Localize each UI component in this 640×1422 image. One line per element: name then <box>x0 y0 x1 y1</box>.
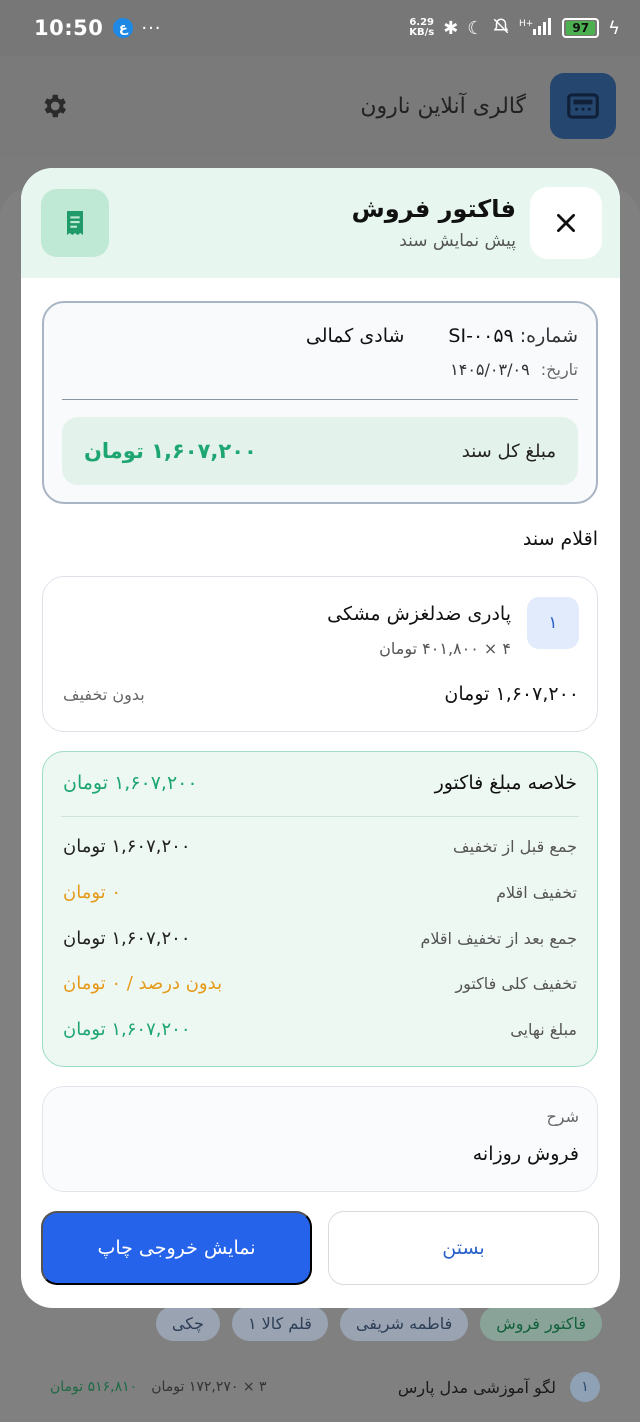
dialog-title: فاکتور فروش <box>351 195 516 223</box>
network-speed: 6.29 KB/s <box>409 17 435 38</box>
notification-app-icon: ع <box>113 18 134 38</box>
summary-title: خلاصه مبلغ فاکتور <box>434 772 577 794</box>
date-label: تاریخ: <box>540 360 578 379</box>
receipt-icon <box>41 189 109 257</box>
summary-row-item-discount: تخفیف اقلام ۰ تومان <box>63 882 577 903</box>
item-total: ۱,۶۰۷,۲۰۰ تومان <box>444 683 579 705</box>
charging-icon: ϟ <box>608 17 620 39</box>
document-total: مبلغ کل سند ۱,۶۰۷,۲۰۰ تومان <box>62 417 578 485</box>
items-section-title: اقلام سند <box>522 528 598 550</box>
summary-row-invoice-discount: تخفیف کلی فاکتور بدون درصد / ۰ تومان <box>63 973 577 994</box>
total-amount: ۱,۶۰۷,۲۰۰ تومان <box>84 439 257 463</box>
summary-title-amount: ۱,۶۰۷,۲۰۰ تومان <box>63 772 198 794</box>
description-value: فروش روزانه <box>472 1143 579 1165</box>
summary-card: خلاصه مبلغ فاکتور ۱,۶۰۷,۲۰۰ تومان جمع قب… <box>42 751 598 1067</box>
description-card: شرح فروش روزانه <box>42 1086 598 1192</box>
invoice-number: SI-۰۰۵۹ <box>448 325 514 347</box>
app-bar: گالری آنلاین نارون <box>0 56 640 156</box>
more-notifications-icon: ··· <box>141 17 162 39</box>
item-name: پادری ضدلغزش مشکی <box>327 603 511 625</box>
date-value: ۱۴۰۵/۰۳/۰۹ <box>450 360 530 379</box>
row-number: ۱ <box>570 1372 600 1402</box>
cash-register-icon <box>550 73 616 139</box>
svg-text:H+: H+ <box>519 19 533 29</box>
invoice-date: تاریخ: ۱۴۰۵/۰۳/۰۹ <box>450 360 578 379</box>
signal-icon: H+ <box>519 17 553 40</box>
summary-row-final: مبلغ نهایی ۱,۶۰۷,۲۰۰ تومان <box>63 1019 577 1040</box>
chip-type: فاکتور فروش <box>480 1306 602 1341</box>
customer-name: شادی کمالی <box>305 325 405 347</box>
total-label: مبلغ کل سند <box>461 440 556 462</box>
row-name: لگو آموزشی مدل پارس <box>397 1377 556 1397</box>
summary-row-subtotal: جمع قبل از تخفیف ۱,۶۰۷,۲۰۰ تومان <box>63 836 577 857</box>
status-bar: 10:50 ع ··· 6.29 KB/s ✱ ☾ H+ 97 ϟ <box>0 0 640 56</box>
chip-items: ۱ قلم کالا <box>231 1306 328 1341</box>
line-item-card: ۱ پادری ضدلغزش مشکی ۴ × ۴۰۱,۸۰۰ تومان ۱,… <box>42 576 598 732</box>
print-preview-button[interactable]: نمایش خروجی چاپ <box>41 1211 312 1285</box>
background-chips: چکی ۱ قلم کالا فاطمه شریفی فاکتور فروش <box>155 1306 602 1341</box>
invoice-info-card: شماره: SI-۰۰۵۹ شادی کمالی تاریخ: ۱۴۰۵/۰۳… <box>42 301 598 504</box>
mute-bell-icon <box>492 17 510 40</box>
divider <box>62 399 578 400</box>
background-list-item: ۱ لگو آموزشی مدل پارس ۳ × ۱۷۲,۲۷۰ تومان … <box>50 1372 600 1402</box>
item-number: ۱ <box>527 597 579 649</box>
item-quantity: ۴ × ۴۰۱,۸۰۰ تومان <box>379 639 511 658</box>
close-icon[interactable] <box>530 187 602 259</box>
item-discount: بدون تخفیف <box>63 685 145 704</box>
description-label: شرح <box>546 1107 579 1126</box>
bluetooth-icon: ✱ <box>443 17 459 39</box>
summary-row-after-discount: جمع بعد از تخفیف اقلام ۱,۶۰۷,۲۰۰ تومان <box>63 928 577 949</box>
dialog-header: فاکتور فروش پیش نمایش سند <box>21 168 620 278</box>
moon-icon: ☾ <box>467 17 484 39</box>
divider <box>61 816 579 817</box>
clock: 10:50 <box>34 16 104 40</box>
app-title: گالری آنلاین نارون <box>360 93 526 119</box>
battery-icon: 97 <box>562 18 600 38</box>
row-qty: ۳ × ۱۷۲,۲۷۰ تومان <box>151 1379 267 1395</box>
row-price: ۵۱۶,۸۱۰ تومان <box>50 1379 138 1395</box>
dialog-subtitle: پیش نمایش سند <box>399 231 516 251</box>
number-label: شماره: <box>519 325 578 347</box>
invoice-preview-dialog: فاکتور فروش پیش نمایش سند شماره: SI-۰۰۵۹… <box>21 168 620 1308</box>
chip-customer: فاطمه شریفی <box>339 1306 469 1341</box>
close-button[interactable]: بستن <box>328 1211 599 1285</box>
chip-payment: چکی <box>155 1306 220 1341</box>
gear-icon[interactable] <box>36 88 72 124</box>
